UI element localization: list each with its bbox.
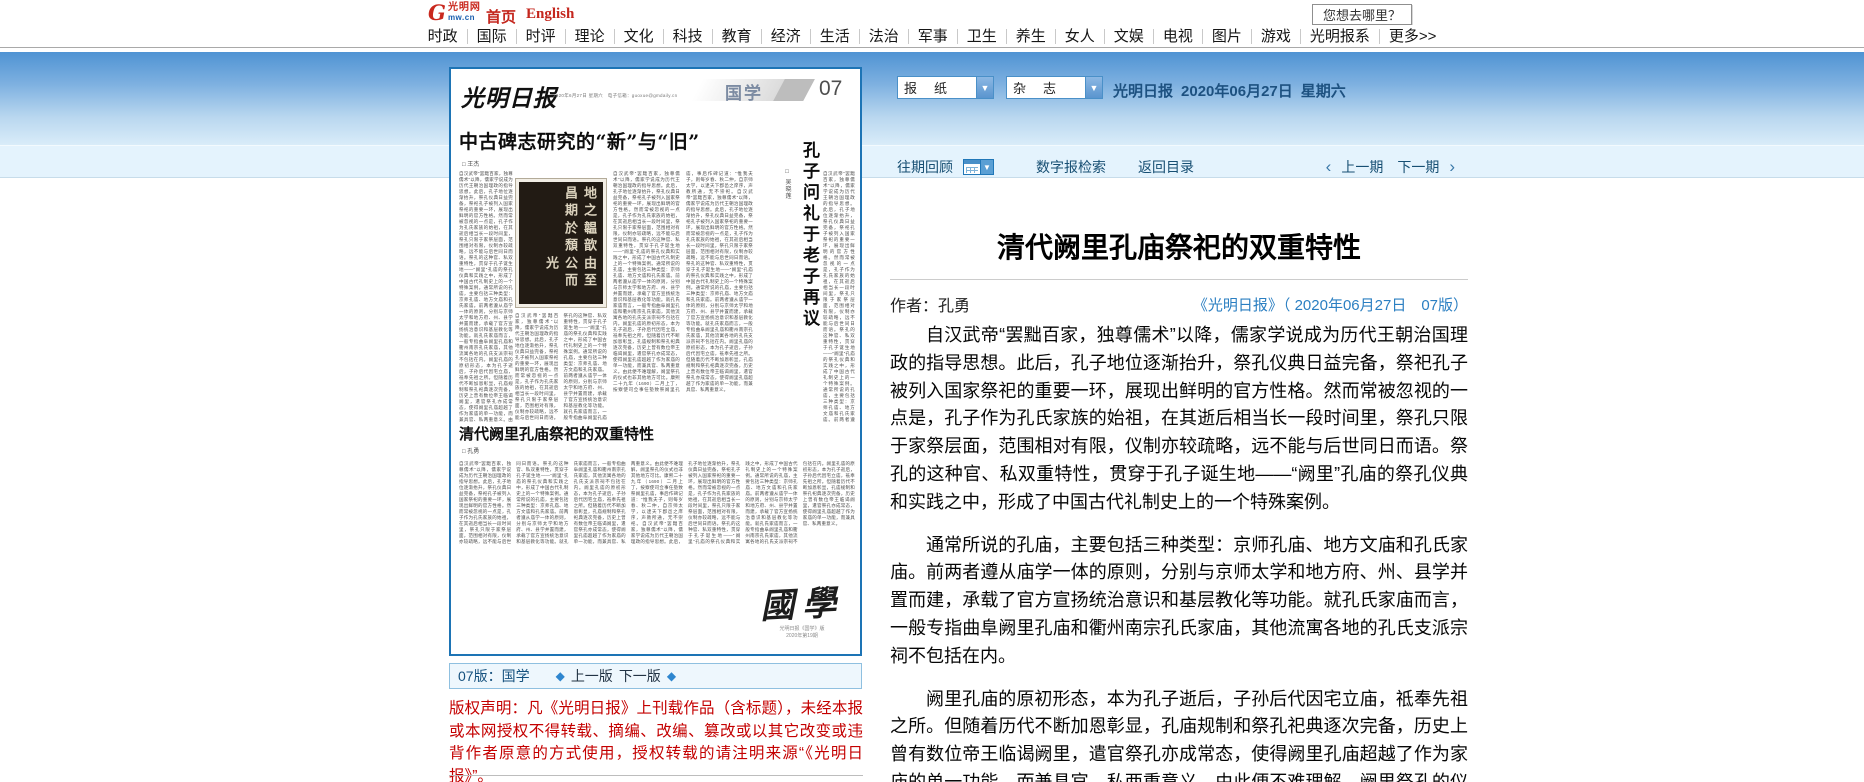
article-body: 自汉武帝“罢黜百家，独尊儒术”以降，儒家学说成为历代王朝治国理政的指导思想。此后…	[890, 322, 1468, 782]
preview-text-columns: 自汉武帝“罢黜百家，独尊儒术”以降，儒家学说成为历代王朝治国理政的指导思想。此后…	[613, 171, 753, 423]
preview-section-tab: 国学 07	[683, 77, 855, 103]
magazine-select[interactable]: 杂 志 ▼	[1006, 76, 1103, 99]
search-input[interactable]	[1312, 4, 1412, 25]
page-number: 07	[819, 77, 842, 101]
nav-item-keji[interactable]: 科技	[663, 29, 712, 44]
diamond-icon: ◆	[667, 669, 676, 683]
article-source-link[interactable]: 《光明日报》（ 2020年06月27日 07版）	[1193, 294, 1468, 315]
nav-item-shizheng[interactable]: 时政	[419, 29, 467, 44]
gmw-logo[interactable]: G 光明网 mw.cn	[428, 2, 481, 23]
gmw-logo-domain: mw.cn	[448, 13, 481, 22]
nav-item-shenghuo[interactable]: 生活	[810, 29, 859, 44]
dropdown-arrow-icon: ▼	[1085, 77, 1102, 98]
nav-list: 时政 国际 时评 理论 文化 科技 教育 经济 生活 法治 军事 卫生 养生 女…	[419, 29, 1446, 44]
issue-weekday: 星期六	[1301, 83, 1346, 100]
home-link[interactable]: 首页	[486, 6, 516, 27]
article-paragraph: 通常所说的孔庙，主要包括三种类型：京师孔庙、地方文庙和孔氏家庙。前两者遵从庙学一…	[890, 532, 1468, 671]
article-author: 作者：孔勇	[890, 292, 970, 316]
nav-item-youxi[interactable]: 游戏	[1251, 29, 1300, 44]
nav-item-jiaoyu[interactable]: 教育	[712, 29, 761, 44]
nav-item-guoji[interactable]: 国际	[467, 29, 516, 44]
prev-issue-link[interactable]: 上一期	[1341, 157, 1383, 177]
article-divider	[890, 279, 1468, 280]
newspaper-page-preview[interactable]: 光明日报 2020年6月27日 星期六 电子信箱：guoxue@gmdaily.…	[449, 67, 862, 656]
prev-page-link[interactable]: 上一版	[571, 666, 613, 686]
next-page-link[interactable]: 下一版	[619, 666, 661, 686]
guoxue-stamp-zone: 國學 光明日报《国学》版 2020年第19期	[749, 575, 855, 654]
calendar-icon	[963, 159, 981, 175]
paper-name: 光明日报	[1113, 83, 1173, 100]
top-bar: G 光明网 mw.cn 首页 English	[0, 0, 1864, 26]
nav-item-dianshi[interactable]: 电视	[1153, 29, 1202, 44]
nav-item-weisheng[interactable]: 卫生	[957, 29, 1006, 44]
rubbing-calligraphy: 地之昌期 韞歆於頹 由至公而光	[519, 182, 603, 304]
nav-item-more[interactable]: 更多>>	[1379, 29, 1446, 44]
nav-item-jingji[interactable]: 经济	[761, 29, 810, 44]
preview-text-column: 自汉武帝“罢黜百家，独尊儒术”以降，儒家学说成为历代王朝治国理政的指导思想。此后…	[823, 171, 855, 423]
preview-vertical-byline: □ 吴晓莲	[783, 169, 792, 200]
article-paragraph: 阙里孔庙的原初形态，本为孔子逝后，子孙后代因宅立庙，祗奉先祖之所。但随着历代不断…	[890, 686, 1468, 782]
issue-date: 2020年06月27日	[1181, 83, 1293, 100]
paper-select-value: 报 纸	[898, 78, 976, 97]
nav-item-fazhi[interactable]: 法治	[859, 29, 908, 44]
issue-date-line: 光明日报 2020年06月27日星期六	[1113, 80, 1346, 101]
nav-item-baoxi[interactable]: 光明报系	[1300, 29, 1379, 44]
nav-item-shiping[interactable]: 时评	[516, 29, 565, 44]
preview-byline-2: □ 孔勇	[462, 446, 479, 455]
gmw-logo-g: G	[428, 2, 446, 23]
divider-line	[449, 775, 863, 776]
diamond-icon: ◆	[556, 669, 565, 683]
preview-headline-2: 清代阙里孔庙祭祀的双重特性	[459, 423, 699, 444]
preview-byline-1: □ 王杰	[462, 159, 479, 168]
nav-item-yangsheng[interactable]: 养生	[1006, 29, 1055, 44]
dropdown-arrow-icon: ▼	[976, 77, 993, 98]
gmw-logo-cn: 光明网	[448, 3, 481, 13]
preview-vertical-headline: 孔子问礼于老子再议	[797, 141, 822, 341]
issue-toolbar: 往期回顾 ▼ 数字报检索 返回目录 ‹ 上一期 下一期 ›	[897, 156, 1465, 178]
nav-item-tupian[interactable]: 图片	[1202, 29, 1251, 44]
stone-rubbing-image: 地之昌期 韞歆於頹 由至公而光	[515, 178, 607, 308]
article-title: 清代阙里孔庙祭祀的双重特性	[890, 226, 1468, 266]
rubbing-column: 地之昌期	[530, 186, 598, 221]
preview-text-columns: 自汉武帝“罢黜百家，独尊儒术”以降，儒家学说成为历代王朝治国理政的指导思想。此后…	[515, 313, 607, 423]
guoxue-calligraphy-stamp: 國學	[759, 575, 845, 628]
rubbing-column: 韞歆於頹	[530, 221, 598, 256]
next-issue-link[interactable]: 下一期	[1397, 157, 1439, 177]
nav-item-wenyu[interactable]: 文娱	[1104, 29, 1153, 44]
nav-item-junshi[interactable]: 军事	[908, 29, 957, 44]
chevron-left-icon[interactable]: ‹	[1326, 157, 1332, 177]
nav-item-wenhua[interactable]: 文化	[614, 29, 663, 44]
nav-item-lilun[interactable]: 理论	[565, 29, 614, 44]
main-nav: 时政 国际 时评 理论 文化 科技 教育 经济 生活 法治 军事 卫生 养生 女…	[0, 25, 1864, 48]
page-pager-bar: 07版：国学 ◆ 上一版 下一版 ◆	[449, 663, 862, 689]
digital-search-link[interactable]: 数字报检索	[1036, 157, 1106, 177]
preview-headline-1: 中古碑志研究的“新”与“旧”	[459, 127, 719, 154]
rubbing-column: 由至公而光	[530, 256, 598, 300]
chevron-right-icon[interactable]: ›	[1449, 157, 1455, 177]
calendar-picker[interactable]: ▼	[963, 159, 994, 175]
newspaper-page: 光明日报 2020年6月27日 星期六 电子信箱：guoxue@gmdaily.…	[451, 69, 860, 654]
magazine-select-value: 杂 志	[1007, 78, 1085, 97]
paper-select[interactable]: 报 纸 ▼	[897, 76, 994, 99]
nav-item-nvren[interactable]: 女人	[1055, 29, 1104, 44]
page: G 光明网 mw.cn 首页 English 时政 国际 时评 理论 文化 科技…	[0, 0, 1864, 782]
issue-pager: ‹ 上一期 下一期 ›	[1316, 157, 1465, 177]
preview-masthead: 光明日报	[461, 79, 557, 113]
copyright-notice: 版权声明：凡《光明日报》上刊载作品（含标题），未经本报或本网授权不得转载、摘编、…	[449, 698, 863, 782]
back-to-toc-link[interactable]: 返回目录	[1138, 157, 1194, 177]
preview-text-column: 自汉武帝“罢黜百家，独尊儒术”以降，儒家学说成为历代王朝治国理政的指导思想。此后…	[459, 171, 513, 423]
article-paragraph: 自汉武帝“罢黜百家，独尊儒术”以降，儒家学说成为历代王朝治国理政的指导思想。此后…	[890, 322, 1468, 517]
english-link[interactable]: English	[526, 6, 574, 23]
article-meta: 作者：孔勇 《光明日报》（ 2020年06月27日 07版）	[890, 292, 1468, 316]
stamp-note-2: 2020年第19期	[749, 633, 855, 640]
section-tab-label: 国学	[725, 79, 763, 104]
calendar-dropdown-icon: ▼	[981, 159, 994, 175]
gmw-logo-stack: 光明网 mw.cn	[448, 3, 481, 22]
current-page-label: 07版：国学	[458, 666, 530, 686]
back-issues-link[interactable]: 往期回顾	[897, 157, 953, 177]
